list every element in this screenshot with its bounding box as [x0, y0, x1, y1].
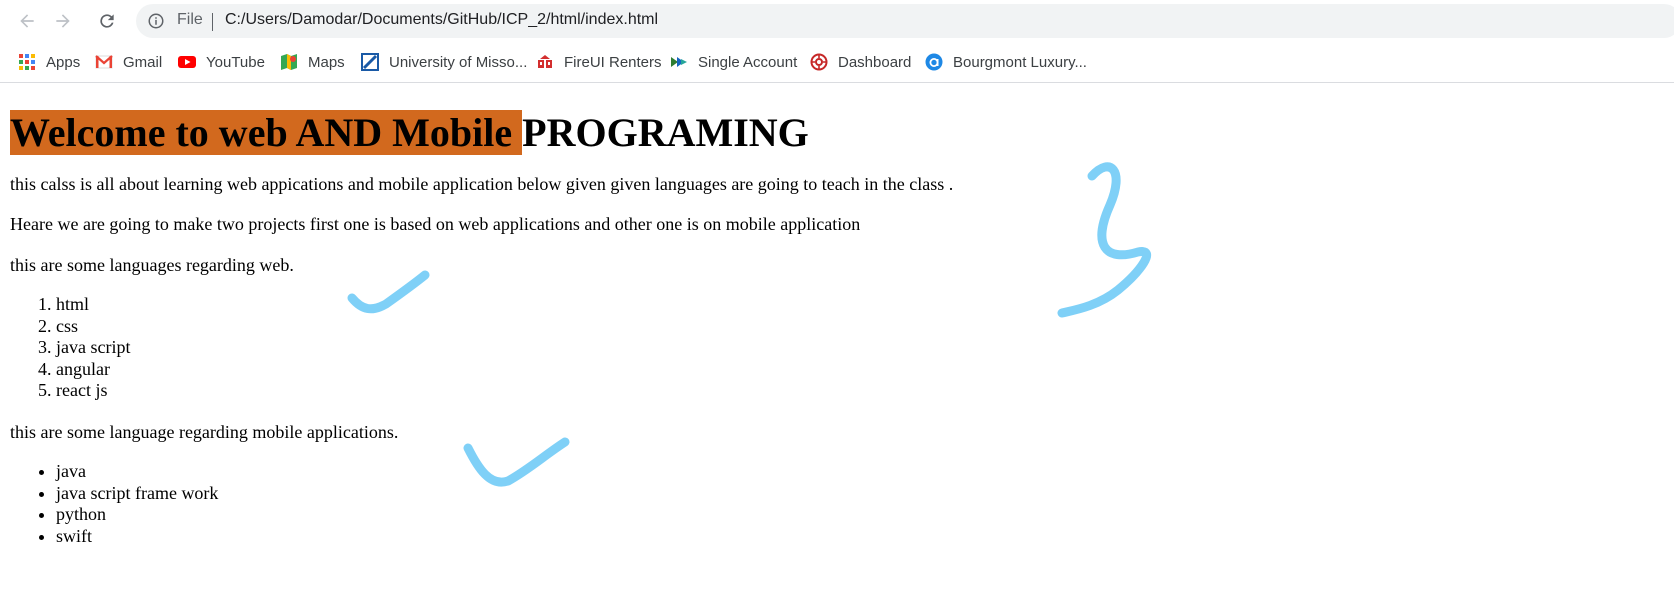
maps-icon — [281, 54, 297, 70]
list-item: java script — [56, 337, 130, 359]
fireui-icon — [538, 55, 552, 68]
projects-paragraph: Heare we are going to make two projects … — [10, 214, 861, 234]
list-item: angular — [56, 359, 130, 381]
url-scheme: File — [177, 11, 203, 28]
bookmark-gmail[interactable]: Gmail — [95, 50, 162, 74]
list-item: java — [56, 461, 218, 483]
page-heading: Welcome to web AND Mobile PROGRAMING — [10, 110, 809, 155]
bookmark-university[interactable]: University of Misso... — [361, 50, 527, 74]
forward-button[interactable] — [50, 8, 76, 34]
back-button[interactable] — [14, 8, 40, 34]
back-arrow-icon — [20, 14, 34, 28]
bookmark-youtube[interactable]: YouTube — [178, 50, 265, 74]
bookmark-dashboard[interactable]: Dashboard — [810, 50, 911, 74]
bookmark-label: Single Account — [698, 53, 798, 71]
reload-icon — [100, 14, 114, 28]
bookmark-label: Bourgmont Luxury... — [953, 53, 1087, 71]
bourgmont-icon — [925, 53, 943, 71]
bookmarks-bar: Apps Gmail YouTube Maps University of Mi… — [0, 42, 1674, 83]
heading-rest: PROGRAMING — [522, 110, 809, 155]
list-item: html — [56, 294, 130, 316]
list-item: swift — [56, 526, 218, 548]
bookmark-label: Gmail — [123, 53, 163, 71]
apps-grid-icon — [19, 54, 35, 70]
bookmark-label: Dashboard — [838, 53, 912, 71]
bookmark-label: Apps — [46, 53, 81, 71]
youtube-icon — [178, 56, 196, 68]
forward-arrow-icon — [56, 14, 70, 28]
bookmark-label: University of Misso... — [389, 53, 528, 71]
web-intro-paragraph: this are some languages regarding web. — [10, 255, 294, 275]
checkmark-annotation — [463, 437, 570, 487]
address-bar[interactable]: File C:/Users/Damodar/Documents/GitHub/I… — [136, 4, 1674, 38]
bookmark-fireui[interactable]: FireUI Renters — [536, 50, 662, 74]
bookmark-single-account[interactable]: Single Account — [670, 50, 797, 74]
list-item: java script frame work — [56, 483, 218, 505]
bookmark-apps[interactable]: Apps — [18, 50, 80, 74]
web-languages-list: html css java script angular react js — [10, 294, 130, 402]
url-text[interactable]: C:/Users/Damodar/Documents/GitHub/ICP_2/… — [225, 11, 658, 29]
bookmark-maps[interactable]: Maps — [280, 50, 345, 74]
list-item: react js — [56, 380, 130, 402]
bookmark-label: FireUI Renters — [564, 53, 662, 71]
url-separator — [212, 13, 213, 31]
intro-paragraph: this calss is all about learning web app… — [10, 174, 954, 194]
annotation-layer — [347, 162, 1152, 487]
mobile-intro-paragraph: this are some language regarding mobile … — [10, 422, 399, 442]
single-account-icon — [671, 57, 687, 67]
reload-button[interactable] — [94, 8, 120, 34]
browser-toolbar: File C:/Users/Damodar/Documents/GitHub/I… — [0, 0, 1674, 42]
dashboard-icon — [810, 53, 828, 71]
heading-highlight: Welcome to web AND Mobile — [10, 110, 523, 155]
bookmark-label: YouTube — [206, 53, 265, 71]
gmail-icon — [95, 55, 113, 69]
bookmark-label: Maps — [308, 53, 345, 71]
site-info-icon[interactable] — [147, 12, 165, 30]
mobile-languages-list: java java script frame work python swift — [10, 461, 218, 547]
scribble-annotation — [1057, 162, 1152, 318]
bookmark-bourgmont[interactable]: Bourgmont Luxury... — [925, 50, 1087, 74]
list-item: python — [56, 504, 218, 526]
list-item: css — [56, 316, 130, 338]
university-icon — [361, 53, 379, 71]
checkmark-annotation — [347, 270, 430, 314]
